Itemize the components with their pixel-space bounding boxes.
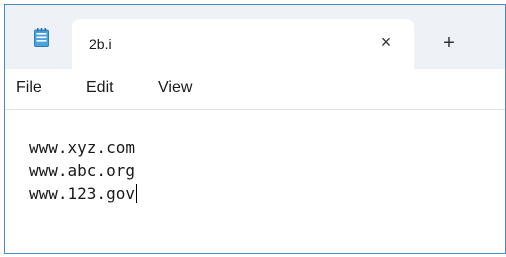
text-line: www.abc.org [29,161,135,180]
new-tab-icon[interactable]: + [437,31,461,55]
menu-file[interactable]: File [16,79,42,97]
notepad-icon [34,28,49,47]
text-caret [135,184,137,203]
menu-edit[interactable]: Edit [86,79,114,97]
text-editor[interactable]: www.xyz.com www.abc.org www.123.gov [5,110,505,253]
close-icon[interactable]: × [374,30,398,54]
notepad-window: 2b.i × + File Edit View www.xyz.com www.… [4,4,506,254]
tab-title: 2b.i [89,36,112,52]
title-bar: 2b.i × + [5,5,505,69]
text-line: www.xyz.com [29,138,135,157]
text-line: www.123.gov [29,184,137,203]
menu-bar: File Edit View [5,69,505,110]
menu-view[interactable]: View [158,79,192,97]
tab-2b-i[interactable]: 2b.i × [72,19,414,69]
